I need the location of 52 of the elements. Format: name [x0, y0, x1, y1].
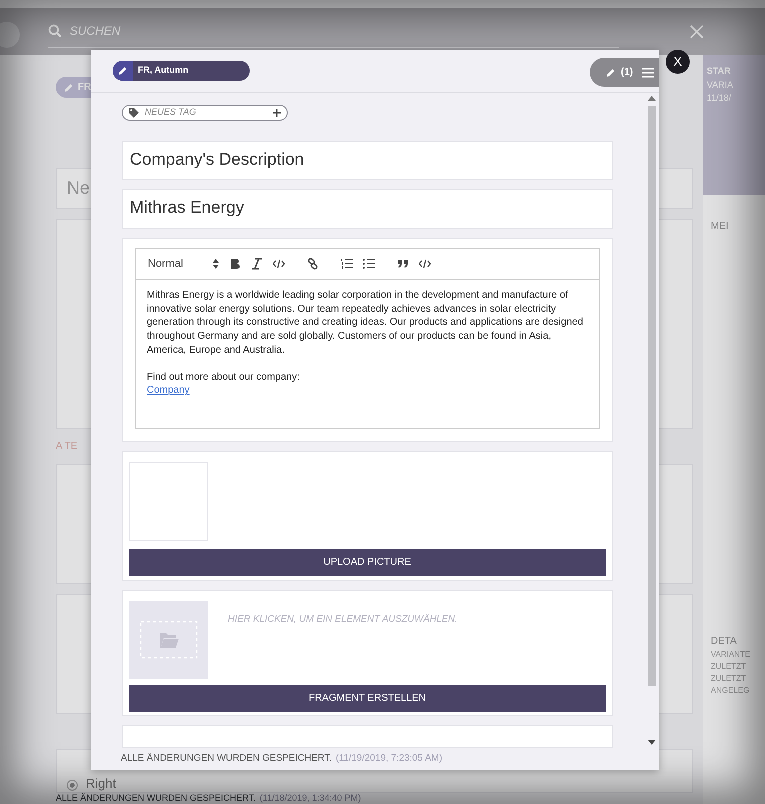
search-placeholder: SUCHEN	[70, 23, 121, 40]
comments-label: MEI	[711, 220, 730, 234]
status-time: (11/19/2019, 7:23:05 AM)	[336, 752, 442, 766]
text-field[interactable]: Company's Description	[122, 140, 613, 180]
details-line: VARIANTE	[711, 649, 752, 661]
variant-chip[interactable]: FR, Autumn	[113, 61, 250, 81]
tag-field[interactable]: NEUES TAG	[122, 105, 288, 120]
sort-icon	[213, 259, 220, 270]
scroll-down-icon[interactable]	[648, 740, 656, 745]
panel-line: VARIA	[707, 78, 734, 92]
scroll-up-icon[interactable]	[648, 96, 656, 101]
tag-placeholder: NEUES TAG	[145, 106, 198, 119]
link-icon[interactable]	[307, 258, 320, 270]
bold-icon[interactable]	[229, 258, 242, 270]
panel-line: 11/18/	[707, 92, 732, 105]
details-line: ZULETZT	[711, 673, 748, 685]
radio-button[interactable]	[67, 780, 78, 791]
folder-icon	[140, 620, 198, 659]
ordered-list-icon[interactable]	[341, 258, 354, 270]
details-line: ZULETZT	[711, 661, 748, 673]
status-text: ALLE ÄNDERUNGEN WURDEN GESPEICHERT.	[121, 752, 332, 766]
search-icon	[48, 24, 62, 38]
rich-text-editor[interactable]	[135, 248, 600, 429]
italic-icon[interactable]	[251, 258, 264, 270]
status-text: ALLE ÄNDERUNGEN WURDEN GESPEICHERT.	[56, 793, 256, 804]
text-field[interactable]: Mithras Energy	[122, 189, 613, 230]
pencil-icon	[606, 68, 616, 78]
panel-title: STAR	[707, 65, 732, 78]
placeholder-tile[interactable]	[129, 600, 208, 679]
bullet-list-icon[interactable]	[363, 258, 376, 270]
status-time: (11/18/2019, 1:34:40 PM)	[260, 793, 362, 804]
code-icon[interactable]	[273, 258, 286, 270]
tag-icon	[129, 108, 140, 118]
plus-icon[interactable]	[273, 108, 281, 117]
details-label: DETA	[711, 635, 738, 649]
create-fragment-button[interactable]: FRAGMENT ERSTELLEN	[129, 684, 606, 712]
close-button[interactable]: X	[666, 50, 690, 74]
code-block-icon[interactable]	[419, 258, 432, 270]
details-line: ANGELEG	[711, 685, 751, 697]
menu-icon[interactable]	[642, 68, 654, 78]
section-label: A TE	[56, 440, 78, 454]
scrollbar-thumb[interactable]	[648, 106, 656, 686]
paragraph: Mithras Energy is a worldwide leading solar corporation in the development and manufacture of innovative solar energy solutions. Our team repeatedly achieves advances in solar electricity generation through its constructive and creating ideas. Our products and applications are designed throughout Germany and are sold globally. Customers of our products can be found in Asia, America, Europe and Australia.	[147, 289, 584, 358]
pencil-icon	[64, 82, 74, 92]
radio-label: Right	[86, 776, 116, 791]
upload-button[interactable]: UPLOAD PICTURE	[129, 548, 606, 576]
quote-icon[interactable]	[397, 258, 410, 270]
paragraph: Find out more about our company:	[147, 370, 301, 384]
company-link[interactable]: Company	[147, 385, 190, 396]
format-select[interactable]: Normal	[148, 256, 220, 272]
title-text: Ne	[67, 178, 90, 198]
hint-text: HIER KLICKEN, UM EIN ELEMENT AUSZUWÄHLEN.	[228, 612, 458, 627]
